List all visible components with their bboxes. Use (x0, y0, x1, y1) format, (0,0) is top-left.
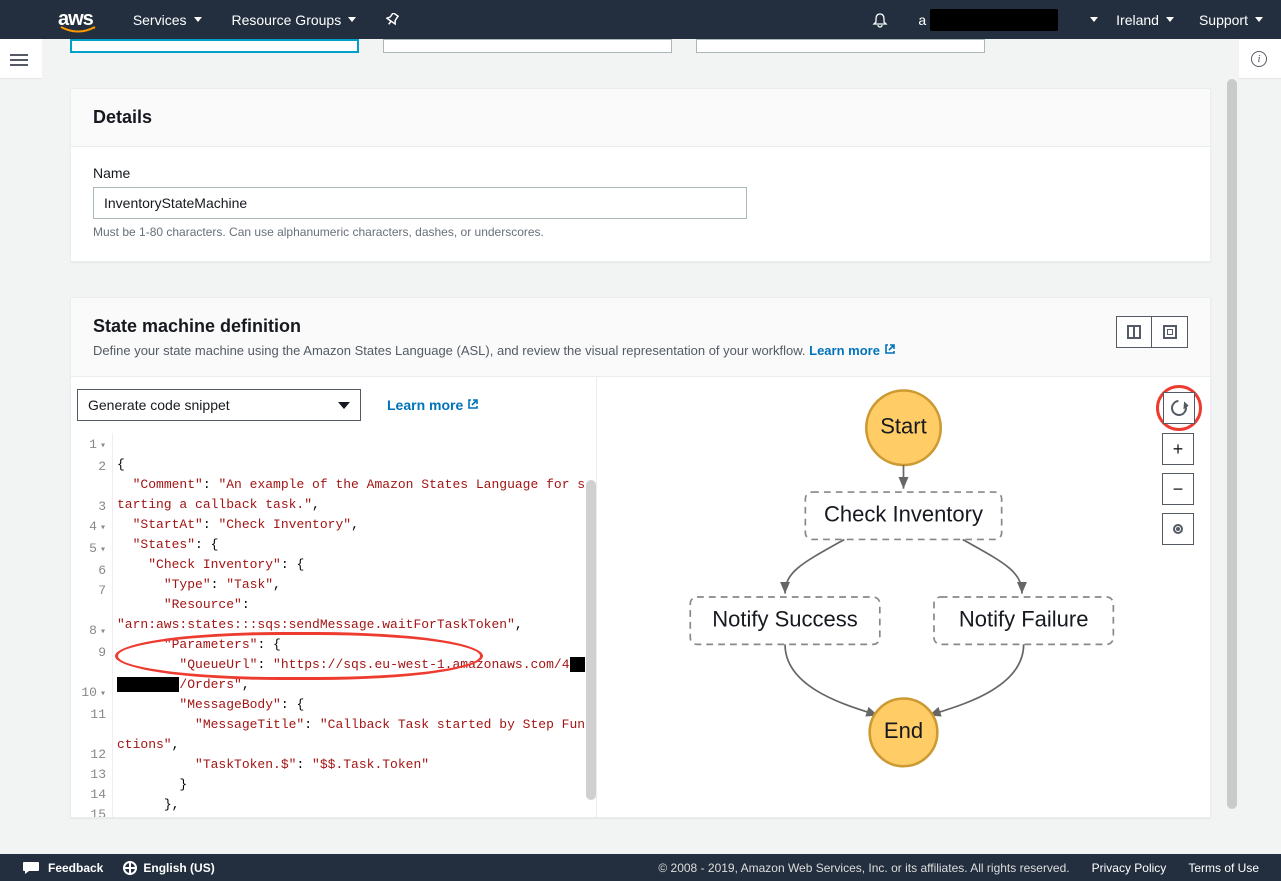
page-scrollbar-track (1223, 39, 1239, 854)
snippet-dropdown-label: Generate code snippet (88, 397, 230, 413)
chevron-down-icon (1090, 17, 1098, 22)
graph-node-check: Check Inventory (824, 502, 983, 527)
privacy-link[interactable]: Privacy Policy (1092, 861, 1167, 875)
account-redacted (930, 9, 1058, 31)
definition-panel: State machine definition Define your sta… (70, 297, 1211, 818)
code-editor[interactable]: 1▾ 2 3 4▾ 5▾ 6 7 8▾ 9 10▾ (77, 433, 596, 817)
refresh-graph-button[interactable] (1163, 392, 1195, 424)
layout-split-button[interactable] (1116, 316, 1152, 348)
chevron-down-icon (1255, 17, 1263, 22)
feedback-label: Feedback (48, 861, 103, 875)
snippet-dropdown[interactable]: Generate code snippet (77, 389, 361, 421)
hamburger-icon[interactable] (10, 52, 28, 66)
nav-support-label: Support (1199, 12, 1248, 28)
graph-node-end: End (884, 718, 923, 743)
graph-node-failure: Notify Failure (959, 607, 1089, 632)
center-button[interactable] (1162, 513, 1194, 545)
details-title: Details (93, 107, 1188, 128)
nav-services-label: Services (133, 12, 187, 28)
code-gutter: 1▾ 2 3 4▾ 5▾ 6 7 8▾ 9 10▾ (77, 433, 113, 817)
nav-support[interactable]: Support (1199, 12, 1263, 28)
nav-region-label: Ireland (1116, 12, 1159, 28)
details-panel: Details Name Must be 1-80 characters. Ca… (70, 88, 1211, 262)
code-editor-pane: Generate code snippet Learn more 1▾ 2 3 … (71, 377, 597, 817)
wizard-tab-3[interactable] (696, 39, 985, 53)
zoom-in-button[interactable]: + (1162, 433, 1194, 465)
definition-subtitle: Define your state machine using the Amaz… (93, 343, 896, 358)
chevron-down-icon (338, 402, 350, 409)
refresh-highlight-annotation (1156, 385, 1202, 431)
center-icon (1173, 524, 1183, 534)
language-selector[interactable]: English (US) (123, 861, 214, 875)
graph-node-success: Notify Success (712, 607, 858, 632)
page-scrollbar-thumb[interactable] (1227, 79, 1237, 809)
nav-resource-groups-label: Resource Groups (232, 12, 342, 28)
plus-icon: + (1173, 439, 1184, 460)
workflow-graph[interactable]: Start Check Inventory Notify Success (597, 377, 1210, 817)
name-label: Name (93, 165, 1188, 181)
chevron-down-icon (194, 17, 202, 22)
info-icon[interactable]: i (1251, 51, 1267, 67)
external-link-icon (884, 343, 896, 355)
wizard-tab-1[interactable] (70, 39, 359, 53)
terms-link[interactable]: Terms of Use (1188, 861, 1259, 875)
workflow-graph-pane: + − Start (597, 377, 1210, 817)
graph-node-start: Start (880, 414, 926, 439)
feedback-link[interactable]: Feedback (22, 861, 103, 875)
minus-icon: − (1173, 479, 1184, 500)
refresh-icon (1168, 397, 1191, 420)
definition-title: State machine definition (93, 316, 896, 337)
nav-region[interactable]: Ireland (1116, 12, 1174, 28)
layout-full-button[interactable] (1152, 316, 1188, 348)
wizard-tab-2[interactable] (383, 39, 672, 53)
page-content: Details Name Must be 1-80 characters. Ca… (42, 39, 1239, 854)
speech-bubble-icon (22, 861, 40, 875)
definition-subtitle-text: Define your state machine using the Amaz… (93, 343, 809, 358)
language-label: English (US) (143, 861, 214, 875)
globe-icon (123, 861, 137, 875)
nav-resource-groups[interactable]: Resource Groups (232, 12, 357, 28)
name-input[interactable] (93, 187, 747, 219)
chevron-down-icon (348, 17, 356, 22)
pin-icon[interactable] (386, 13, 400, 27)
layout-split-icon (1127, 325, 1141, 339)
chevron-down-icon (1166, 17, 1174, 22)
page-footer: Feedback English (US) © 2008 - 2019, Ama… (0, 854, 1281, 881)
code-scrollbar[interactable] (586, 480, 596, 800)
aws-logo[interactable]: aws (58, 8, 93, 31)
nav-services[interactable]: Services (133, 12, 202, 28)
wizard-tabs (70, 39, 1211, 53)
notifications-icon[interactable] (872, 12, 888, 28)
learn-more-link[interactable]: Learn more (809, 343, 895, 358)
copyright-text: © 2008 - 2019, Amazon Web Services, Inc.… (658, 861, 1069, 875)
code-content[interactable]: { "Comment": "An example of the Amazon S… (113, 433, 596, 817)
external-link-icon (467, 398, 479, 410)
zoom-out-button[interactable]: − (1162, 473, 1194, 505)
name-help: Must be 1-80 characters. Can use alphanu… (93, 225, 1188, 239)
nav-account[interactable]: a (918, 9, 1098, 31)
layout-full-icon (1163, 325, 1177, 339)
layout-toggle (1116, 316, 1188, 348)
learn-more-link-2[interactable]: Learn more (387, 397, 479, 413)
top-nav: aws Services Resource Groups a Ireland S… (0, 0, 1281, 39)
